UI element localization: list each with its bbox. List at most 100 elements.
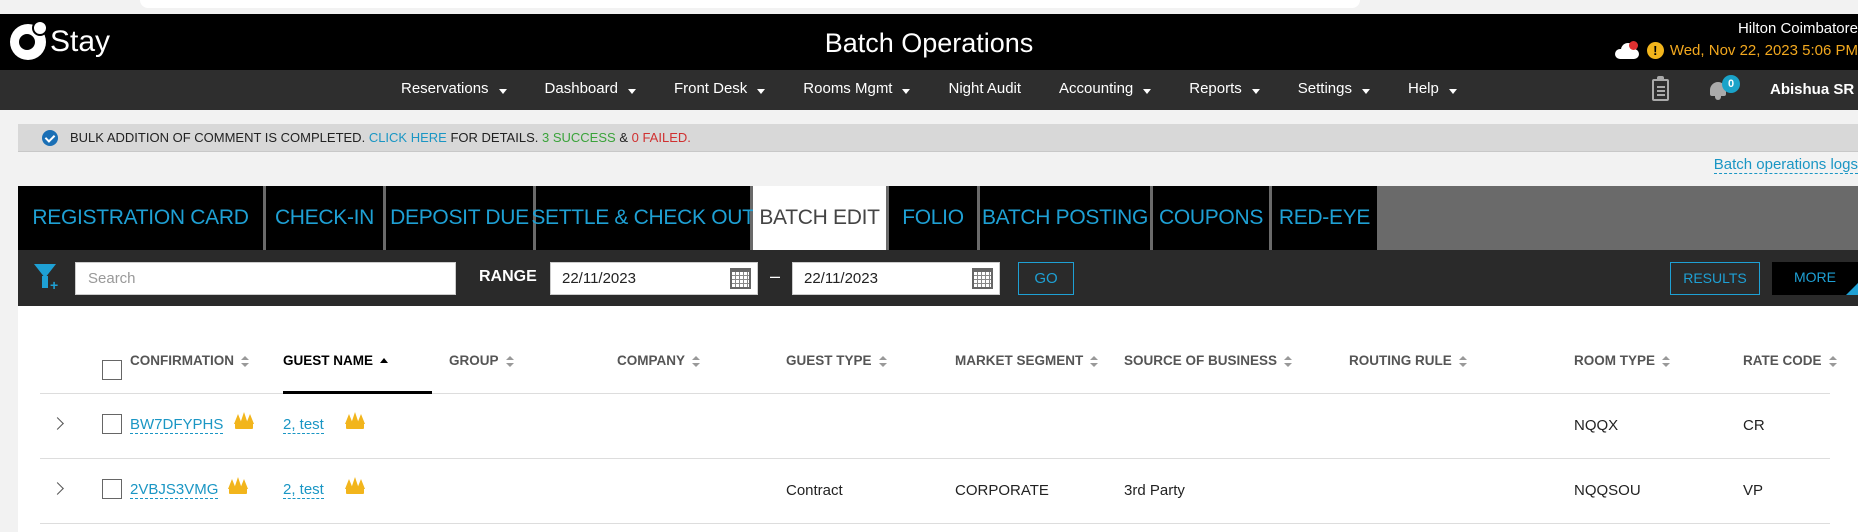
datetime-area: ! Wed, Nov 22, 2023 5:06 PM (1614, 40, 1858, 59)
table-row[interactable]: BW7DFYPHS 2, test NQQX CR (40, 395, 1830, 459)
sort-icon (878, 355, 887, 367)
go-button[interactable]: GO (1018, 262, 1074, 295)
tab-registration-card[interactable]: REGISTRATION CARD (18, 186, 266, 250)
row-checkbox[interactable] (102, 414, 122, 434)
guest-name-link[interactable]: 2, test (283, 417, 324, 434)
more-button-label: MORE (1794, 269, 1836, 285)
crown-icon (345, 477, 365, 494)
hotel-name[interactable]: Hilton Coimbatore (1738, 20, 1858, 37)
confirmation-link[interactable]: BW7DFYPHS (130, 417, 224, 434)
tab-settle-and-check-out[interactable]: SETTLE & CHECK OUT (531, 186, 755, 250)
confirmation-link[interactable]: 2VBJS3VMG (130, 482, 219, 499)
tab-check-in[interactable]: CHECK-IN (266, 186, 386, 250)
sort-icon (1090, 355, 1099, 367)
notice-failed-count: 0 FAILED. (631, 130, 691, 145)
more-button[interactable]: MORE (1772, 262, 1858, 295)
chevron-right-icon[interactable] (51, 482, 64, 495)
clipboard-icon[interactable] (1652, 76, 1669, 101)
column-header-source-of-business[interactable]: SOURCE OF BUSINESS (1124, 350, 1293, 394)
app-logo[interactable]: Stay (10, 20, 111, 62)
nav-item-label: Settings (1297, 80, 1352, 97)
tab-folio[interactable]: FOLIO (889, 186, 980, 250)
search-input[interactable] (75, 262, 456, 295)
date-to-field[interactable] (792, 262, 1000, 295)
column-header-guest-type[interactable]: GUEST TYPE (786, 350, 887, 394)
chevron-down-icon (1448, 88, 1457, 94)
nav-item-label: Dashboard (544, 80, 618, 97)
warning-icon[interactable]: ! (1646, 42, 1664, 59)
column-header-confirmation[interactable]: CONFIRMATION (130, 350, 249, 394)
batch-operations-logs-link[interactable]: Batch operations logs (1713, 156, 1858, 174)
room-type-cell: NQQX (1574, 417, 1619, 434)
sort-icon (1284, 355, 1293, 367)
notice-amp: & (619, 130, 628, 145)
sort-icon (241, 355, 249, 367)
tab-coupons[interactable]: COUPONS (1153, 186, 1272, 250)
chevron-down-icon (757, 88, 766, 94)
user-menu[interactable]: Abishua SR (1770, 70, 1858, 110)
nav-item-label: Reports (1189, 80, 1242, 97)
column-header-market-segment[interactable]: MARKET SEGMENT (955, 350, 1099, 394)
guest-name-link[interactable]: 2, test (283, 482, 324, 499)
column-header-routing-rule[interactable]: ROUTING RULE (1349, 350, 1467, 394)
column-header-company[interactable]: COMPANY (617, 350, 701, 394)
room-type-cell: NQQSOU (1574, 482, 1641, 499)
date-to-input[interactable] (793, 263, 963, 294)
nav-item-rooms-mgmt[interactable]: Rooms Mgmt (803, 70, 911, 110)
chevron-down-icon (1361, 88, 1370, 94)
table-header: CONFIRMATION GUEST NAME GROUP COMPANY GU… (40, 350, 1837, 394)
nav-item-settings[interactable]: Settings (1298, 70, 1370, 110)
rate-code-cell: CR (1743, 417, 1765, 434)
column-header-group[interactable]: GROUP (449, 350, 514, 394)
add-filter-icon[interactable]: + (34, 264, 60, 292)
nav-item-dashboard[interactable]: Dashboard (545, 70, 636, 110)
notice-prefix: BULK ADDITION OF COMMENT IS COMPLETED. (70, 130, 366, 145)
market-segment-cell: CORPORATE (955, 482, 1049, 499)
business-datetime: Wed, Nov 22, 2023 5:06 PM (1669, 42, 1858, 59)
cloud-alert-icon[interactable] (1614, 40, 1641, 59)
tab-batch-edit[interactable]: BATCH EDIT (753, 186, 889, 250)
calendar-icon[interactable] (730, 268, 751, 289)
date-from-field[interactable] (550, 262, 758, 295)
bulk-notice-bar: BULK ADDITION OF COMMENT IS COMPLETED. C… (18, 124, 1858, 152)
calendar-icon[interactable] (972, 268, 993, 289)
browser-top-strip (0, 0, 1858, 14)
page-title-wrap: Batch Operations (0, 28, 1858, 59)
nav-item-label: Help (1407, 80, 1439, 97)
app-header: Stay Batch Operations Hilton Coimbatore … (0, 14, 1858, 70)
nav-item-front-desk[interactable]: Front Desk (674, 70, 766, 110)
nav-item-accounting[interactable]: Accounting (1059, 70, 1152, 110)
select-all-checkbox[interactable] (102, 360, 122, 380)
nav-item-night-audit[interactable]: Night Audit (948, 70, 1021, 110)
tab-deposit-due[interactable]: DEPOSIT DUE (386, 186, 536, 250)
logo-text: Stay (50, 25, 111, 58)
notification-count-badge: 0 (1722, 75, 1740, 93)
range-label: RANGE (479, 268, 537, 285)
sort-icon (1458, 355, 1467, 367)
column-header-rate-code[interactable]: RATE CODE (1743, 350, 1837, 394)
results-button[interactable]: RESULTS (1670, 262, 1760, 295)
notice-details-link[interactable]: CLICK HERE (369, 130, 447, 145)
chevron-down-icon (1143, 88, 1152, 94)
column-header-guest-name[interactable]: GUEST NAME (283, 350, 432, 394)
nav-item-help[interactable]: Help (1408, 70, 1457, 110)
sort-icon (1662, 355, 1671, 367)
table-row[interactable]: 2VBJS3VMG 2, test Contract CORPORATE 3rd… (40, 460, 1830, 524)
results-table-area: CONFIRMATION GUEST NAME GROUP COMPANY GU… (18, 306, 1858, 532)
source-of-business-cell: 3rd Party (1124, 482, 1185, 499)
rate-code-cell: VP (1743, 482, 1764, 499)
column-header-room-type[interactable]: ROOM TYPE (1574, 350, 1671, 394)
date-from-input[interactable] (551, 263, 721, 294)
cloud-alert-dot (1628, 40, 1638, 50)
notice-middle: FOR DETAILS. (450, 130, 539, 145)
tab-red-eye[interactable]: RED-EYE (1272, 186, 1380, 250)
row-checkbox[interactable] (102, 479, 122, 499)
chevron-right-icon[interactable] (51, 417, 64, 430)
chevron-down-icon (1251, 88, 1260, 94)
tab-batch-posting[interactable]: BATCH POSTING (980, 186, 1153, 250)
nav-item-reservations[interactable]: Reservations (401, 70, 507, 110)
sort-icon (1828, 355, 1837, 367)
filter-bar: + RANGE – GO RESULTS MORE (18, 250, 1858, 306)
chevron-down-icon (902, 88, 911, 94)
nav-item-reports[interactable]: Reports (1189, 70, 1260, 110)
